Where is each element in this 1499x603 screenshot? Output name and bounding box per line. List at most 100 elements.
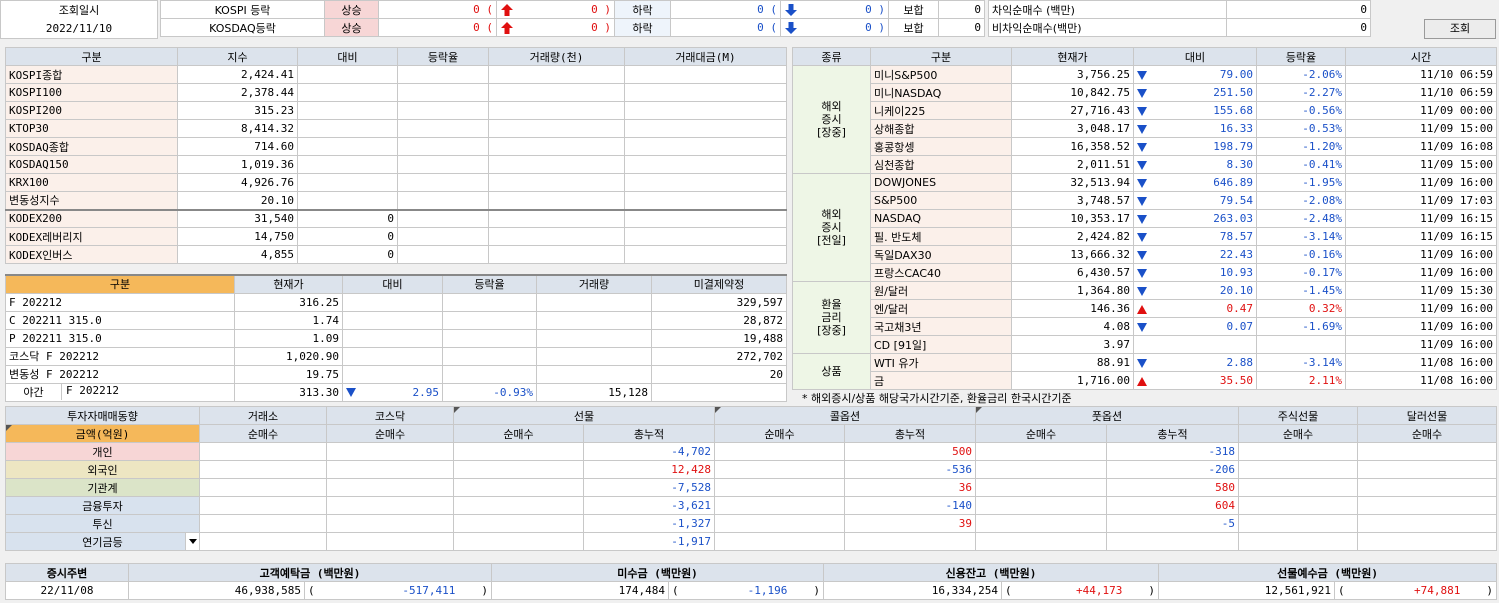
dropdown-arrow-icon[interactable] [185, 533, 199, 550]
current-price: 3.97 [1011, 335, 1134, 354]
change-cell: 646.89 [1133, 173, 1257, 192]
down-label: 하락 [614, 18, 671, 37]
kospi-net [199, 514, 327, 533]
arrow-down-icon [1137, 196, 1147, 206]
futures-value [536, 310, 652, 330]
investor-row[interactable]: 투신 -1,327 39 -5 [5, 514, 1497, 533]
stock-futures-net [1238, 514, 1358, 533]
table-row[interactable]: 필. 반도체 2,424.82 78.57 -3.14% 11/09 16:15 [793, 227, 1497, 246]
instrument-name: CD [91일] [870, 335, 1012, 354]
change-value: 251.50 [1213, 86, 1253, 99]
futures-table: 구분 현재가 대비 등락율 거래량 미결제약정 F 202212 316.25 329,597… [5, 274, 787, 402]
change-rate [1256, 335, 1346, 354]
change-rate: -1.69% [1256, 317, 1346, 336]
kospi-net [199, 496, 327, 515]
index-value [397, 227, 489, 246]
current-price: 88.91 [1011, 353, 1134, 372]
flat-label: 보합 [888, 0, 939, 19]
table-row[interactable]: 상품 WTI 유가 88.91 2.88 -3.14% 11/08 16:00 [792, 353, 1497, 390]
table-row[interactable]: KOSDAQ150 1,019.36 [5, 155, 787, 174]
futures-value [342, 310, 443, 330]
investor-row[interactable]: 연기금등 -1,917 [5, 532, 1497, 551]
current-price: 3,748.57 [1011, 191, 1134, 210]
investor-row[interactable]: 금융투자 -3,621 -140 604 [5, 496, 1497, 515]
futures-value [536, 328, 652, 348]
instrument-name: 국고채3년 [870, 317, 1012, 336]
call-total [844, 532, 976, 551]
table-row[interactable]: S&P500 3,748.57 79.54 -2.08% 11/09 17:03 [793, 191, 1497, 210]
change-cell: 0.47 [1133, 299, 1257, 318]
table-row[interactable]: 홍콩항셍 16,358.52 198.79 -1.20% 11/09 16:08 [793, 137, 1497, 156]
table-row[interactable]: KRX100 4,926.76 [5, 173, 787, 192]
night-futures-row[interactable]: 야간 F 202212 313.30 2.95 -0.93% 15,128 [5, 382, 787, 402]
table-row[interactable]: KOSPI200 315.23 [5, 101, 787, 120]
table-row[interactable]: KODEX200 31,540 0 [5, 208, 787, 228]
update-time: 11/10 06:59 [1345, 83, 1497, 102]
table-row[interactable]: 금 1,716.00 35.50 2.11% 11/08 16:00 [793, 371, 1497, 390]
table-row[interactable]: KOSPI종합 2,424.41 [5, 65, 787, 84]
index-name: KOSPI종합 [5, 65, 178, 84]
table-row[interactable]: 엔/달러 146.36 0.47 0.32% 11/09 16:00 [793, 299, 1497, 318]
update-time: 11/09 15:30 [1345, 281, 1497, 300]
kospi-net [199, 532, 327, 551]
stock-futures-net [1238, 532, 1358, 551]
instrument-name: 독일DAX30 [870, 245, 1012, 264]
table-row[interactable]: 니케이225 27,716.43 155.68 -0.56% 11/09 00:00 [793, 101, 1497, 120]
table-row[interactable]: 국고채3년 4.08 0.07 -1.69% 11/09 16:00 [793, 317, 1497, 336]
table-row[interactable]: 해외 증시 [장중] 미니S&P500 3,756.25 79.00 -2.06% 11/10… [792, 65, 1497, 174]
table-row[interactable]: 독일DAX30 13,666.32 22.43 -0.16% 11/09 16:00 [793, 245, 1497, 264]
up-count: 0 ( [378, 18, 497, 37]
table-row[interactable]: 프랑스CAC40 6,430.57 10.93 -0.17% 11/09 16:00 [793, 263, 1497, 282]
index-value [488, 227, 625, 246]
investor-row[interactable]: 기관계 -7,528 36 580 [5, 478, 1497, 497]
table-row[interactable]: KOSDAQ종합 714.60 [5, 137, 787, 156]
index-value [397, 208, 489, 228]
funds-row[interactable]: 22/11/08 46,938,585(-517,411) 174,484(-1,1… [5, 581, 1498, 600]
index-value [488, 191, 625, 210]
futures-value [536, 292, 652, 312]
futures-value [342, 346, 443, 366]
table-row[interactable]: KOSPI100 2,378.44 [5, 83, 787, 102]
futures-value: 1.09 [234, 328, 343, 348]
table-row[interactable]: CD [91일] 3.97 11/09 16:00 [793, 335, 1497, 354]
table-row[interactable]: KTOP30 8,414.32 [5, 119, 787, 138]
put-net [975, 442, 1107, 461]
table-row[interactable]: 코스닥 F 202212 1,020.90 272,702 [5, 346, 787, 366]
investor-name-label: 개인 [92, 445, 113, 459]
futures-value: 20 [651, 364, 787, 384]
table-row[interactable]: 심천종합 2,011.51 8.30 -0.41% 11/09 15:00 [793, 155, 1497, 174]
update-time: 11/08 16:00 [1345, 353, 1497, 372]
table-row[interactable]: P 202211 315.0 1.09 19,488 [5, 328, 787, 348]
group-label: 해외 증시 [장중] [792, 65, 871, 174]
column-subheader: 금액(억원) [5, 424, 200, 443]
investor-row[interactable]: 외국인 12,428 -536 -206 [5, 460, 1497, 479]
table-row[interactable]: 변동성지수 20.10 [5, 191, 787, 210]
funds-change-cell: (-517,411) [303, 581, 493, 600]
table-row[interactable]: 변동성 F 202212 19.75 20 [5, 364, 787, 384]
query-button[interactable]: 조회 [1424, 19, 1496, 39]
table-row[interactable]: KODEX레버리지 14,750 0 [5, 227, 787, 246]
table-row[interactable]: NASDAQ 10,353.17 263.03 -2.48% 11/09 16:15 [793, 209, 1497, 228]
index-value [397, 245, 489, 264]
investor-name: 외국인 [5, 460, 200, 479]
night-rate: -0.93% [442, 382, 537, 402]
column-subheader: 순매수 [714, 424, 845, 443]
investor-row[interactable]: 개인 -4,702 500 -318 [5, 442, 1497, 461]
table-row[interactable]: F 202212 316.25 329,597 [5, 292, 787, 312]
table-row[interactable]: 환율 금리 [장중] 원/달러 1,364.80 20.10 -1.45% 11/09 15:… [792, 281, 1497, 354]
investor-name-label: 외국인 [87, 463, 118, 477]
column-subheader: 총누적 [583, 424, 715, 443]
table-row[interactable]: 해외 증시 [전일] DOWJONES 32,513.94 646.89 -1.95% 11/… [792, 173, 1497, 282]
table-row[interactable]: C 202211 315.0 1.74 28,872 [5, 310, 787, 330]
funds-change: +44,173 [1076, 584, 1123, 597]
current-price: 10,842.75 [1011, 83, 1134, 102]
index-value [488, 101, 625, 120]
table-row[interactable]: KODEX인버스 4,855 0 [5, 245, 787, 264]
table-row[interactable]: 상해종합 3,048.17 16.33 -0.53% 11/09 15:00 [793, 119, 1497, 138]
column-header: 지수 [177, 47, 298, 66]
stock-futures-net [1238, 496, 1358, 515]
table-row[interactable]: 미니NASDAQ 10,842.75 251.50 -2.27% 11/10 06:59 [793, 83, 1497, 102]
advance-decline-table: KOSPI 등락 상승 0 (0 ) 하락 0 (0 ) 보합 0 KOSDAQ등락 상승 0 (… [160, 0, 985, 37]
instrument-name: S&P500 [870, 191, 1012, 210]
current-price: 3,756.25 [1011, 65, 1134, 84]
